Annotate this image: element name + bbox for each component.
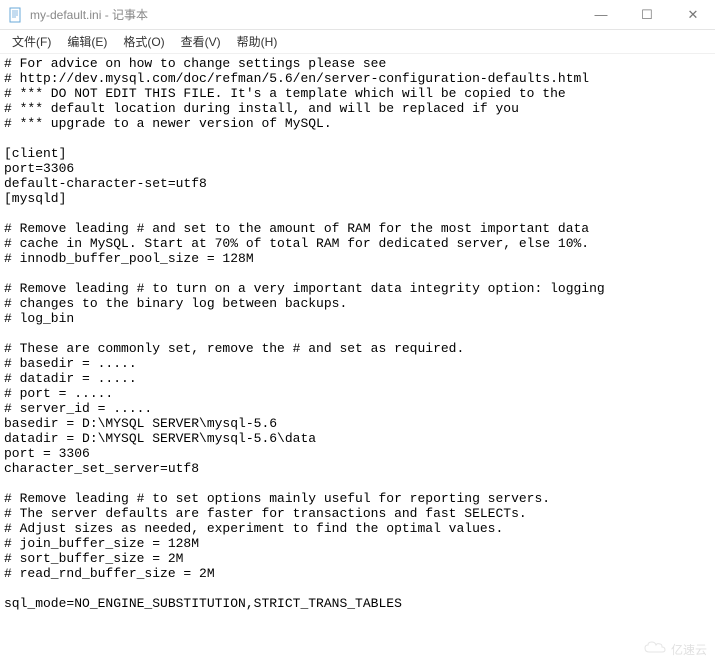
menu-format[interactable]: 格式(O) (115, 31, 172, 52)
window-controls: — ☐ ✕ (587, 7, 707, 23)
close-button[interactable]: ✕ (679, 7, 707, 23)
watermark-text: 亿速云 (671, 641, 707, 658)
minimize-button[interactable]: — (587, 7, 615, 23)
titlebar: my-default.ini - 记事本 — ☐ ✕ (0, 0, 715, 30)
maximize-button[interactable]: ☐ (633, 7, 661, 23)
menu-help[interactable]: 帮助(H) (229, 31, 286, 52)
cloud-icon (643, 641, 667, 658)
window-title: my-default.ini - 记事本 (30, 6, 587, 23)
menu-edit[interactable]: 编辑(E) (59, 31, 115, 52)
app-icon (8, 7, 24, 23)
menu-view[interactable]: 查看(V) (173, 31, 229, 52)
watermark: 亿速云 (643, 641, 707, 658)
menubar: 文件(F) 编辑(E) 格式(O) 查看(V) 帮助(H) (0, 30, 715, 54)
menu-file[interactable]: 文件(F) (4, 31, 59, 52)
text-editor-content[interactable]: # For advice on how to change settings p… (0, 54, 715, 666)
